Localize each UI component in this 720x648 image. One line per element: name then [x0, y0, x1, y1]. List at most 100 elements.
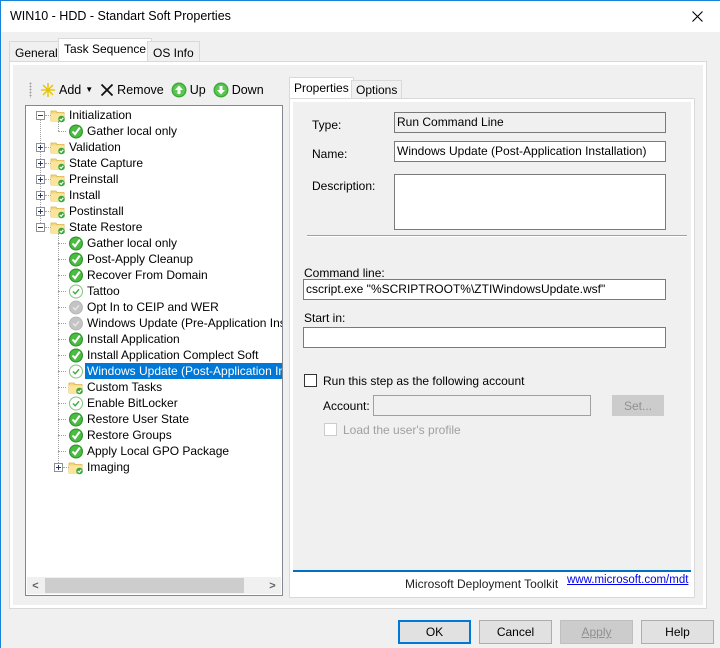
down-button[interactable]: Down	[211, 79, 266, 100]
expand-icon[interactable]	[36, 143, 45, 152]
tree-step-item[interactable]: Opt In to CEIP and WER	[68, 299, 221, 315]
tree-step-item[interactable]: Recover From Domain	[68, 267, 210, 283]
tree-item-label[interactable]: Recover From Domain	[85, 267, 210, 283]
tree-item-label[interactable]: Imaging	[85, 459, 132, 475]
set-account-button[interactable]: Set...	[612, 395, 664, 416]
cancel-button[interactable]: Cancel	[479, 620, 552, 644]
tree-item-label[interactable]: Postinstall	[67, 203, 126, 219]
section-divider	[307, 235, 687, 237]
expand-icon[interactable]	[36, 159, 45, 168]
tab-general[interactable]: General	[9, 41, 64, 62]
tree-connector-line	[58, 307, 66, 308]
scroll-thumb[interactable]	[45, 578, 244, 593]
description-textarea[interactable]	[394, 174, 666, 230]
add-button[interactable]: Add ▼	[38, 79, 95, 100]
tree-group-item[interactable]: Imaging	[68, 459, 132, 475]
apply-button[interactable]: Apply	[560, 620, 633, 644]
tree-item-label[interactable]: Initialization	[67, 107, 134, 123]
tree-group-item[interactable]: State Restore	[50, 219, 144, 235]
tree-item-label[interactable]: Windows Update (Post-Application Install…	[85, 363, 282, 379]
tree-group-item[interactable]: State Capture	[50, 155, 145, 171]
tab-task-sequence[interactable]: Task Sequence	[58, 38, 153, 62]
check-circle-outline-icon	[68, 283, 85, 299]
add-label: Add	[59, 82, 82, 97]
name-input[interactable]: Windows Update (Post-Application Install…	[394, 141, 666, 162]
tree-step-item[interactable]: Install Application Complect Soft	[68, 347, 260, 363]
tab-os-info[interactable]: OS Info	[147, 41, 200, 62]
task-sequence-tree[interactable]: < > Initialization Gather local only Valid…	[25, 105, 283, 596]
tree-horizontal-scrollbar[interactable]: < >	[27, 577, 281, 594]
tab-options-label: Options	[356, 83, 398, 97]
collapse-icon[interactable]	[36, 223, 45, 232]
start-in-input[interactable]	[303, 327, 666, 348]
scroll-right-icon[interactable]: >	[264, 577, 281, 594]
load-profile-checkbox[interactable]	[324, 423, 337, 436]
tree-step-item[interactable]: Restore User State	[68, 411, 191, 427]
command-line-input[interactable]: cscript.exe "%SCRIPTROOT%\ZTIWindowsUpda…	[303, 279, 666, 300]
tree-connector-line	[58, 435, 66, 436]
check-circle-icon	[68, 235, 85, 251]
tree-item-label[interactable]: Custom Tasks	[85, 379, 164, 395]
expand-icon[interactable]	[54, 463, 63, 472]
tree-item-label[interactable]: Install Application Complect Soft	[85, 347, 260, 363]
folder-check-icon	[50, 203, 67, 219]
tree-step-item[interactable]: Gather local only	[68, 235, 179, 251]
tree-step-item[interactable]: Windows Update (Post-Application Install…	[68, 363, 282, 379]
tree-item-label[interactable]: Validation	[67, 139, 123, 155]
tree-item-label[interactable]: Preinstall	[67, 171, 120, 187]
tree-item-label[interactable]: Windows Update (Pre-Application Installa…	[85, 315, 282, 331]
tree-item-label[interactable]: Opt In to CEIP and WER	[85, 299, 221, 315]
tree-step-item[interactable]: Enable BitLocker	[68, 395, 180, 411]
tree-item-label[interactable]: State Restore	[67, 219, 144, 235]
tree-group-item[interactable]: Postinstall	[50, 203, 126, 219]
close-button[interactable]	[674, 1, 720, 32]
tree-group-item[interactable]: Initialization	[50, 107, 134, 123]
tree-group-item[interactable]: Install	[50, 187, 102, 203]
arrow-up-circle-icon	[171, 82, 187, 97]
properties-panel: Type: Run Command Line Name: Windows Upd…	[289, 98, 695, 598]
mdt-link[interactable]: www.microsoft.com/mdt	[567, 574, 688, 586]
tree-step-item[interactable]: Install Application	[68, 331, 182, 347]
tree-group-item[interactable]: Preinstall	[50, 171, 120, 187]
expand-icon[interactable]	[36, 191, 45, 200]
name-label: Name:	[312, 147, 348, 161]
help-button[interactable]: Help	[641, 620, 714, 644]
tree-item-label[interactable]: Restore User State	[85, 411, 191, 427]
expand-icon[interactable]	[36, 175, 45, 184]
tab-options[interactable]: Options	[351, 80, 403, 98]
tree-step-item[interactable]: Gather local only	[68, 123, 179, 139]
ok-button[interactable]: OK	[398, 620, 471, 644]
tree-item-label[interactable]: Install Application	[85, 331, 182, 347]
tree-item-label[interactable]: Gather local only	[85, 235, 179, 251]
add-dropdown-arrow-icon[interactable]: ▼	[85, 85, 93, 94]
tree-item-label[interactable]: Gather local only	[85, 123, 179, 139]
remove-button[interactable]: Remove	[98, 79, 166, 100]
tree-item-label[interactable]: Post-Apply Cleanup	[85, 251, 195, 267]
tree-item-label[interactable]: State Capture	[67, 155, 145, 171]
tree-item-label[interactable]: Enable BitLocker	[85, 395, 180, 411]
run-as-checkbox[interactable]	[304, 374, 317, 387]
run-as-label[interactable]: Run this step as the following account	[323, 374, 524, 388]
tree-item-label[interactable]: Restore Groups	[85, 427, 174, 443]
type-label: Type:	[312, 118, 342, 132]
folder-check-icon	[50, 139, 67, 155]
check-circle-icon	[68, 331, 85, 347]
load-profile-label[interactable]: Load the user's profile	[343, 423, 461, 437]
collapse-icon[interactable]	[36, 111, 45, 120]
expand-icon[interactable]	[36, 207, 45, 216]
tree-item-label[interactable]: Install	[67, 187, 102, 203]
tree-item-label[interactable]: Tattoo	[85, 283, 122, 299]
account-input[interactable]	[373, 395, 591, 416]
tree-group-item[interactable]: Custom Tasks	[68, 379, 164, 395]
tree-step-item[interactable]: Post-Apply Cleanup	[68, 251, 195, 267]
tree-group-item[interactable]: Validation	[50, 139, 123, 155]
tree-item-label[interactable]: Apply Local GPO Package	[85, 443, 231, 459]
up-button[interactable]: Up	[169, 79, 208, 100]
tree-step-item[interactable]: Tattoo	[68, 283, 122, 299]
tab-properties[interactable]: Properties	[289, 77, 354, 99]
tree-step-item[interactable]: Restore Groups	[68, 427, 174, 443]
toolbar-grip[interactable]	[29, 81, 32, 98]
tree-step-item[interactable]: Windows Update (Pre-Application Installa…	[68, 315, 282, 331]
scroll-left-icon[interactable]: <	[27, 577, 44, 594]
tree-step-item[interactable]: Apply Local GPO Package	[68, 443, 231, 459]
